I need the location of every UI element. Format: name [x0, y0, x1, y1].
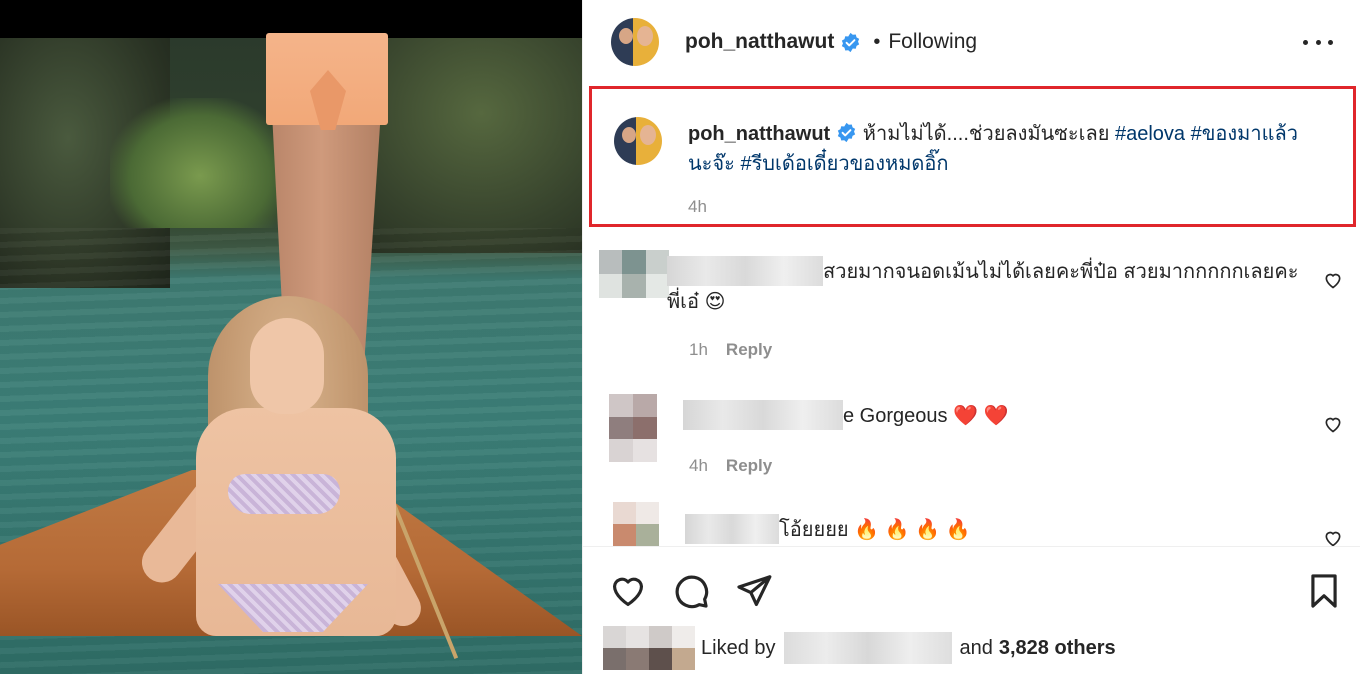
reply-button[interactable]: Reply — [726, 340, 772, 359]
commenter-avatar-blurred[interactable] — [599, 250, 669, 298]
emoji-hearts: ❤️ ❤️ — [953, 405, 1009, 427]
comment-meta: 4h Reply — [689, 456, 772, 476]
share-icon[interactable] — [735, 572, 773, 610]
verified-badge-icon — [838, 122, 856, 143]
hashtag-link[interactable]: #รีบเด้อเดี๋ยวของหมดอิ๊ก — [740, 153, 948, 175]
post-action-bar — [583, 556, 1360, 626]
heart-icon[interactable] — [609, 572, 647, 610]
comment-text: e Gorgeous ❤️ ❤️ — [683, 400, 1283, 431]
comments-divider — [583, 546, 1360, 552]
caption-text: poh_natthawut ห้ามไม่ได้....ช่วยลงมันซะเ… — [688, 119, 1298, 179]
photo-greenery — [110, 98, 290, 228]
liker-avatars-blurred[interactable] — [603, 626, 695, 670]
comment-icon[interactable] — [672, 572, 710, 610]
likes-others-count[interactable]: 3,828 others — [999, 637, 1116, 660]
commenter-username-blurred[interactable] — [683, 400, 843, 430]
like-comment-heart-icon[interactable] — [1323, 528, 1343, 546]
caption-timestamp[interactable]: 4h — [688, 197, 707, 217]
like-comment-heart-icon[interactable] — [1323, 270, 1343, 290]
post-photo-pane — [0, 0, 582, 674]
emoji-heart-eyes: 😍 — [704, 291, 726, 313]
liked-by-label: Liked by — [701, 636, 776, 659]
comment-text: สวยมากจนอดเม้นไม่ได้เลยคะพี่ป๋อ สวยมากกก… — [667, 256, 1307, 317]
save-icon[interactable] — [1305, 572, 1343, 610]
post-side-panel: poh_natthawut • Following poh_natthawut … — [582, 0, 1360, 674]
emoji-fire: 🔥 🔥 🔥 🔥 — [854, 519, 971, 541]
commenter-username-blurred[interactable] — [685, 514, 779, 544]
hashtag-link[interactable]: #aelova — [1115, 123, 1185, 145]
header-separator: • — [873, 30, 881, 53]
post-header: poh_natthawut • Following — [583, 0, 1360, 84]
author-username[interactable]: poh_natthawut — [685, 30, 834, 54]
comment-meta: 1h Reply — [689, 340, 772, 360]
commenter-username-blurred[interactable] — [667, 256, 823, 286]
liker-username-blurred[interactable] — [783, 632, 952, 664]
caption-highlight-box: poh_natthawut ห้ามไม่ได้....ช่วยลงมันซะเ… — [589, 86, 1356, 227]
photo-person-face — [250, 318, 324, 414]
like-comment-heart-icon[interactable] — [1323, 414, 1343, 434]
likes-summary: Liked by and 3,828 others — [603, 626, 1343, 670]
commenter-avatar-blurred[interactable] — [609, 394, 657, 462]
following-button[interactable]: Following — [888, 30, 977, 54]
comment-text: โอ้ยยยย 🔥 🔥 🔥 🔥 — [685, 514, 1245, 545]
photo-bikini-top — [228, 474, 340, 514]
verified-badge-icon — [842, 32, 860, 52]
caption-body: ห้ามไม่ได้....ช่วยลงมันซะเลย — [862, 123, 1110, 145]
caption-username[interactable]: poh_natthawut — [688, 123, 830, 145]
comment-timestamp[interactable]: 1h — [689, 340, 708, 359]
caption-author-avatar[interactable] — [614, 117, 662, 165]
author-avatar[interactable] — [611, 18, 659, 66]
comment-item: โอ้ยยยย 🔥 🔥 🔥 🔥 — [583, 502, 1360, 546]
comment-timestamp[interactable]: 4h — [689, 456, 708, 475]
reply-button[interactable]: Reply — [726, 456, 772, 475]
commenter-avatar-blurred[interactable] — [613, 502, 659, 546]
more-options-icon[interactable] — [1303, 30, 1333, 54]
likes-and-word: and — [959, 636, 993, 659]
